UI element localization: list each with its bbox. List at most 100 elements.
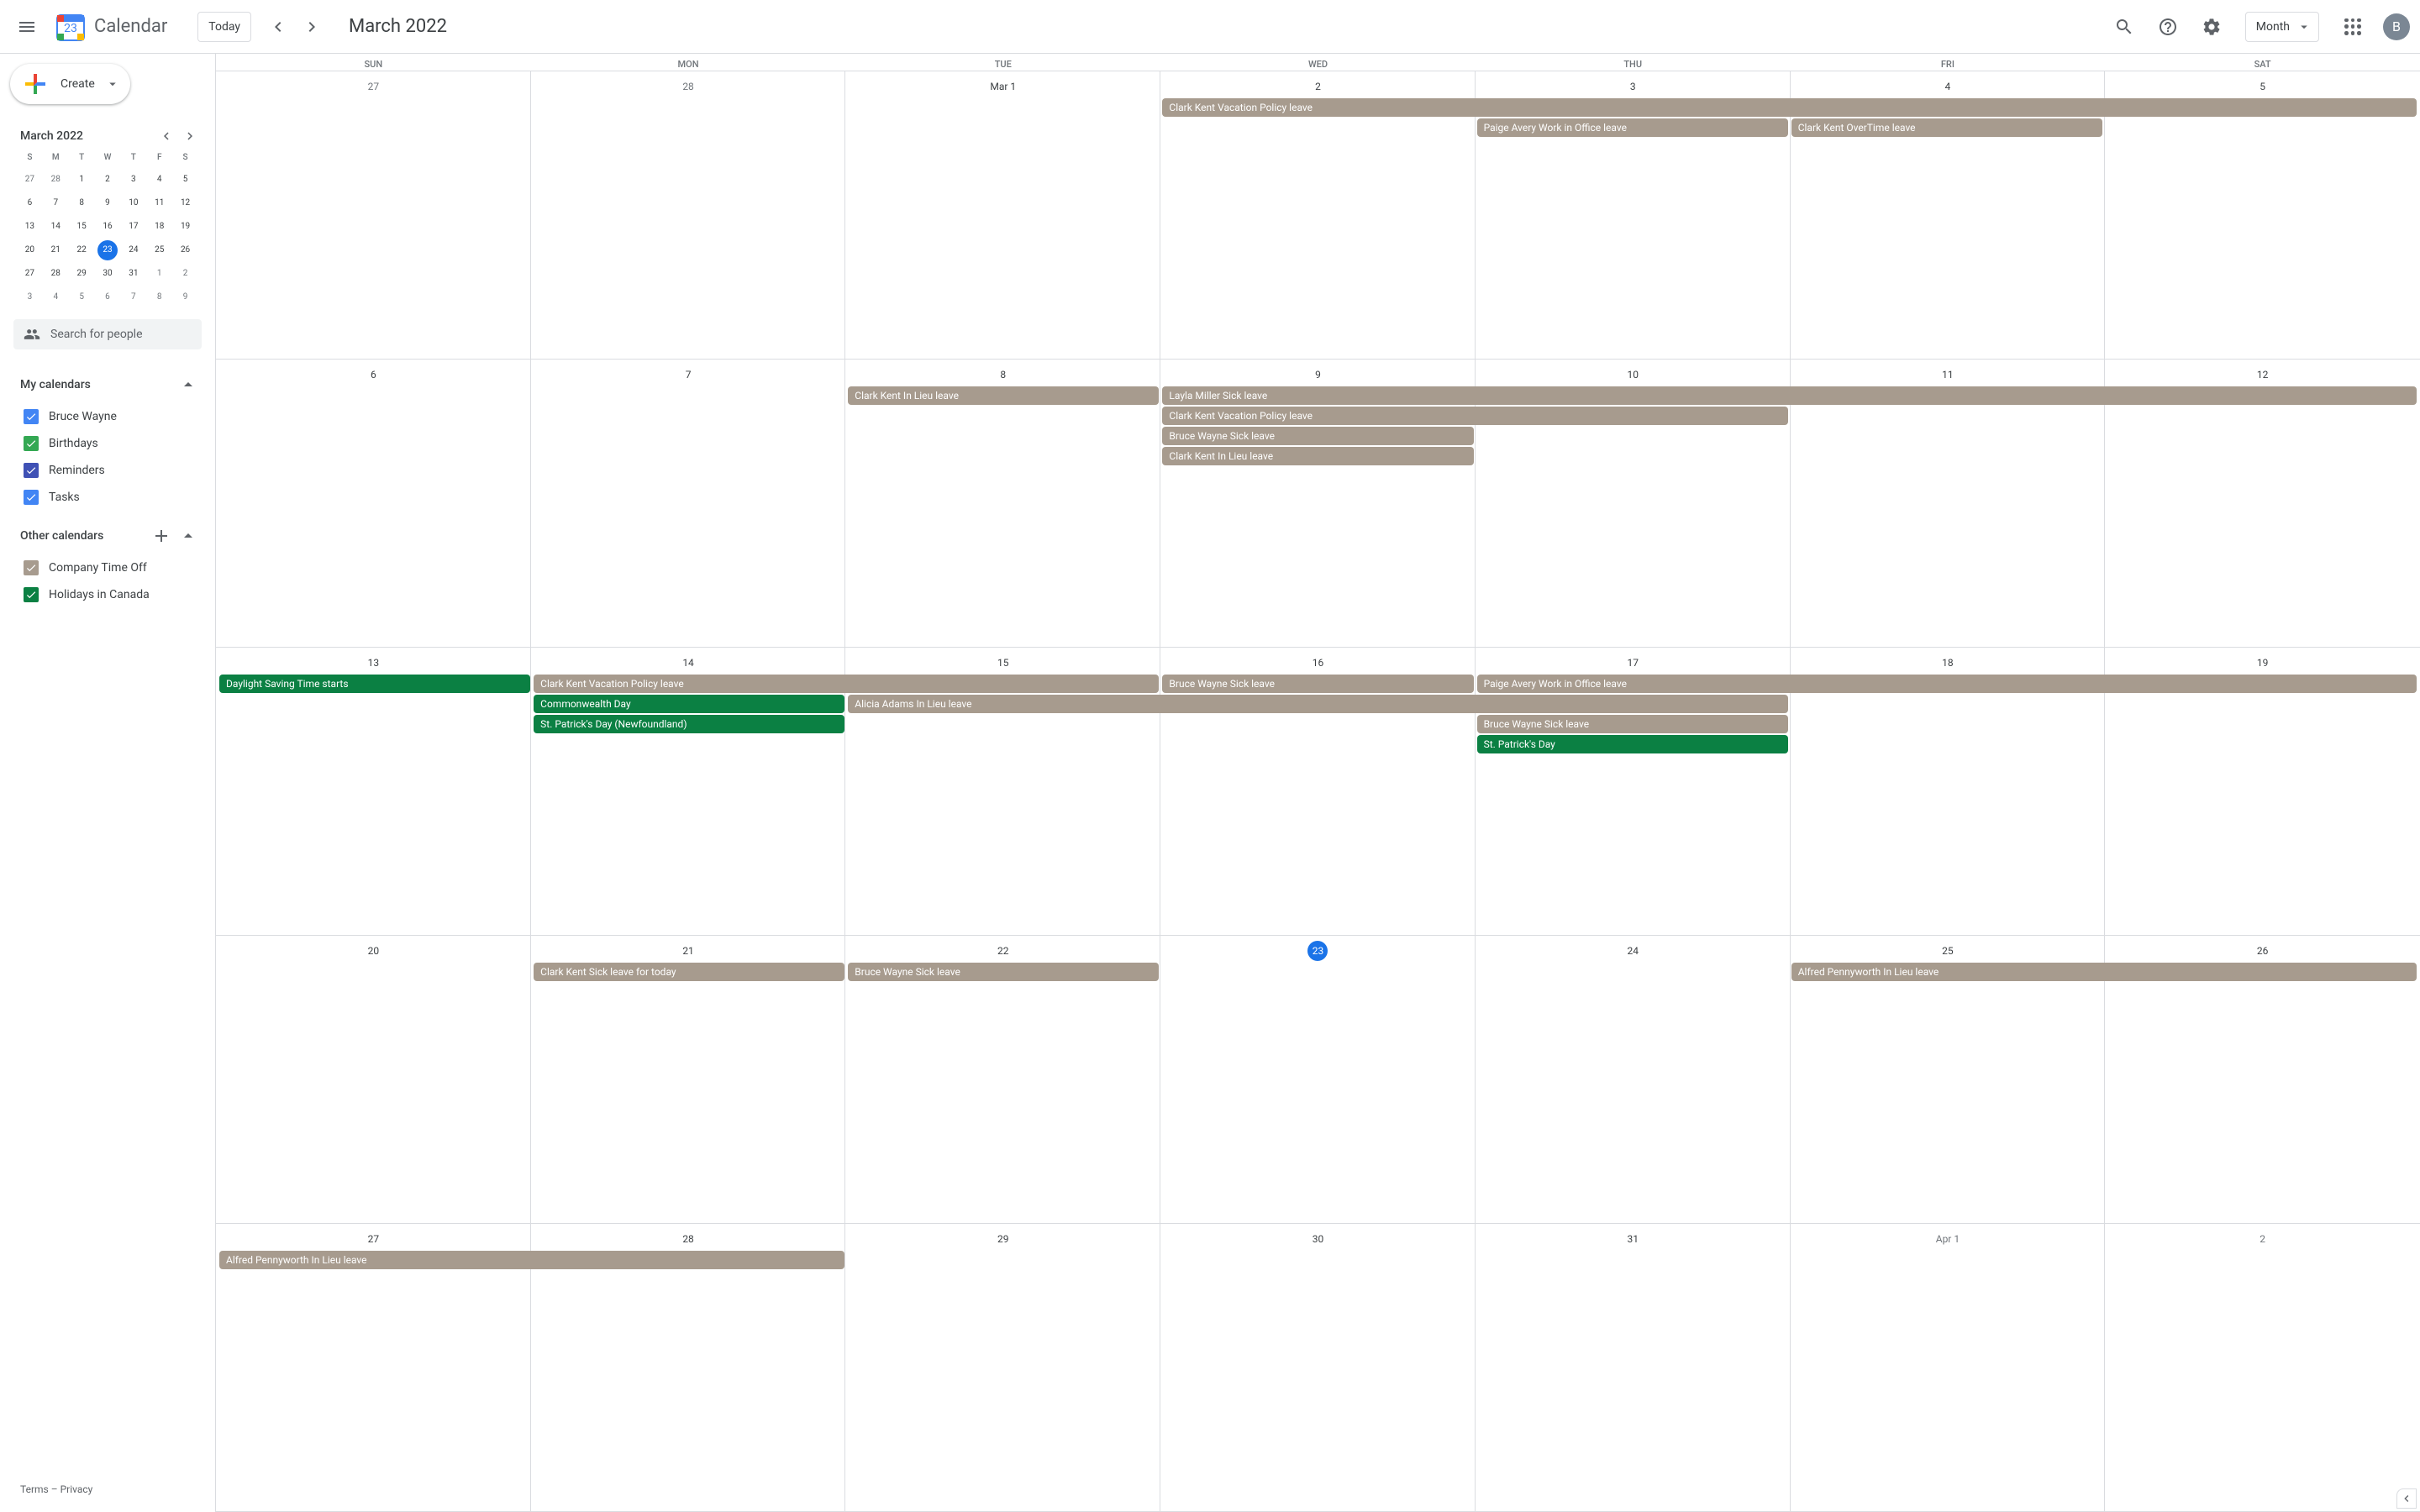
date-number[interactable]: 19 bbox=[2105, 648, 2420, 673]
mini-day-cell[interactable]: 6 bbox=[17, 192, 43, 215]
terms-link[interactable]: Terms bbox=[20, 1483, 49, 1495]
calendar-event[interactable]: Bruce Wayne Sick leave bbox=[848, 963, 1159, 981]
mini-day-cell[interactable]: 17 bbox=[120, 215, 146, 239]
mini-day-cell[interactable]: 16 bbox=[95, 215, 121, 239]
date-number[interactable]: 12 bbox=[2105, 360, 2420, 385]
calendar-event[interactable]: Clark Kent In Lieu leave bbox=[1162, 447, 1473, 465]
mini-day-cell[interactable]: 11 bbox=[146, 192, 172, 215]
calendar-event[interactable]: Alicia Adams In Lieu leave bbox=[848, 695, 1787, 713]
date-number[interactable]: 24 bbox=[1476, 936, 1791, 961]
mini-day-cell[interactable]: 26 bbox=[172, 239, 198, 262]
mini-day-cell[interactable]: 5 bbox=[172, 168, 198, 192]
prev-period-button[interactable] bbox=[261, 10, 295, 44]
mini-day-cell[interactable]: 6 bbox=[95, 286, 121, 309]
mini-day-cell[interactable]: 13 bbox=[17, 215, 43, 239]
mini-day-cell[interactable]: 27 bbox=[17, 168, 43, 192]
mini-day-cell[interactable]: 31 bbox=[120, 262, 146, 286]
calendar-event[interactable]: St. Patrick's Day (Newfoundland) bbox=[534, 715, 844, 733]
date-number[interactable]: 27 bbox=[216, 1224, 531, 1249]
add-calendar-button[interactable] bbox=[148, 522, 175, 549]
calendar-event[interactable]: Alfred Pennyworth In Lieu leave bbox=[1791, 963, 2417, 981]
date-number[interactable]: 28 bbox=[531, 1224, 846, 1249]
mini-day-cell[interactable]: 27 bbox=[17, 262, 43, 286]
date-number[interactable]: 30 bbox=[1160, 1224, 1476, 1249]
calendar-item[interactable]: Reminders bbox=[17, 457, 208, 484]
mini-day-cell[interactable]: 18 bbox=[146, 215, 172, 239]
calendar-item[interactable]: Tasks bbox=[17, 484, 208, 511]
date-number[interactable]: 14 bbox=[531, 648, 846, 673]
mini-day-cell[interactable]: 10 bbox=[120, 192, 146, 215]
checkbox-icon[interactable] bbox=[24, 409, 39, 424]
create-button[interactable]: Create bbox=[10, 64, 130, 104]
help-button[interactable] bbox=[2148, 7, 2188, 47]
calendar-event[interactable]: Bruce Wayne Sick leave bbox=[1162, 675, 1473, 693]
date-number[interactable]: 20 bbox=[216, 936, 531, 961]
checkbox-icon[interactable] bbox=[24, 436, 39, 451]
date-number[interactable]: 2 bbox=[2105, 1224, 2420, 1249]
date-number[interactable]: 13 bbox=[216, 648, 531, 673]
mini-day-cell[interactable]: 20 bbox=[17, 239, 43, 262]
mini-day-cell[interactable]: 28 bbox=[43, 262, 69, 286]
mini-day-cell[interactable]: 1 bbox=[146, 262, 172, 286]
mini-day-cell[interactable]: 23 bbox=[95, 239, 121, 262]
calendar-event[interactable]: Paige Avery Work in Office leave bbox=[1477, 675, 2417, 693]
date-number[interactable]: 22 bbox=[845, 936, 1160, 961]
date-number[interactable]: 21 bbox=[531, 936, 846, 961]
mini-next-button[interactable] bbox=[178, 124, 202, 148]
calendar-event[interactable]: Clark Kent Vacation Policy leave bbox=[534, 675, 1159, 693]
calendar-event[interactable]: Bruce Wayne Sick leave bbox=[1162, 427, 1473, 445]
calendar-item[interactable]: Birthdays bbox=[17, 430, 208, 457]
view-selector[interactable]: Month bbox=[2245, 12, 2319, 42]
calendar-item[interactable]: Holidays in Canada bbox=[17, 581, 208, 608]
mini-prev-button[interactable] bbox=[155, 124, 178, 148]
mini-day-cell[interactable]: 8 bbox=[69, 192, 95, 215]
mini-day-cell[interactable]: 4 bbox=[43, 286, 69, 309]
date-number[interactable]: 4 bbox=[1791, 71, 2106, 97]
date-number[interactable]: 15 bbox=[845, 648, 1160, 673]
mini-day-cell[interactable]: 8 bbox=[146, 286, 172, 309]
search-people-input[interactable]: Search for people bbox=[13, 319, 202, 349]
today-button[interactable]: Today bbox=[197, 12, 251, 42]
account-avatar[interactable]: B bbox=[2383, 13, 2410, 40]
calendar-event[interactable]: Bruce Wayne Sick leave bbox=[1477, 715, 1788, 733]
mini-day-cell[interactable]: 28 bbox=[43, 168, 69, 192]
date-number[interactable]: 29 bbox=[845, 1224, 1160, 1249]
date-number[interactable]: 10 bbox=[1476, 360, 1791, 385]
app-logo[interactable]: 23 Calendar bbox=[54, 10, 167, 44]
mini-day-cell[interactable]: 3 bbox=[17, 286, 43, 309]
date-number[interactable]: 26 bbox=[2105, 936, 2420, 961]
calendar-event[interactable]: Commonwealth Day bbox=[534, 695, 844, 713]
calendar-event[interactable]: St. Patrick's Day bbox=[1477, 735, 1788, 753]
calendar-event[interactable]: Clark Kent OverTime leave bbox=[1791, 118, 2102, 137]
my-calendars-header[interactable]: My calendars bbox=[7, 366, 208, 403]
calendar-event[interactable]: Clark Kent Vacation Policy leave bbox=[1162, 407, 1787, 425]
calendar-item[interactable]: Company Time Off bbox=[17, 554, 208, 581]
mini-day-cell[interactable]: 2 bbox=[95, 168, 121, 192]
calendar-event[interactable]: Clark Kent In Lieu leave bbox=[848, 386, 1159, 405]
mini-day-cell[interactable]: 14 bbox=[43, 215, 69, 239]
calendar-event[interactable]: Daylight Saving Time starts bbox=[219, 675, 530, 693]
google-apps-button[interactable] bbox=[2333, 7, 2373, 47]
next-period-button[interactable] bbox=[295, 10, 329, 44]
side-panel-toggle[interactable] bbox=[2396, 1488, 2417, 1509]
checkbox-icon[interactable] bbox=[24, 490, 39, 505]
main-menu-button[interactable] bbox=[7, 7, 47, 47]
search-button[interactable] bbox=[2104, 7, 2144, 47]
mini-day-cell[interactable]: 9 bbox=[172, 286, 198, 309]
calendar-event[interactable]: Paige Avery Work in Office leave bbox=[1477, 118, 1788, 137]
date-number[interactable]: 7 bbox=[531, 360, 846, 385]
mini-day-cell[interactable]: 2 bbox=[172, 262, 198, 286]
calendar-event[interactable]: Clark Kent Vacation Policy leave bbox=[1162, 98, 2417, 117]
checkbox-icon[interactable] bbox=[24, 587, 39, 602]
date-number[interactable]: 18 bbox=[1791, 648, 2106, 673]
calendar-event[interactable]: Clark Kent Sick leave for today bbox=[534, 963, 844, 981]
calendar-item[interactable]: Bruce Wayne bbox=[17, 403, 208, 430]
mini-day-cell[interactable]: 4 bbox=[146, 168, 172, 192]
mini-day-cell[interactable]: 22 bbox=[69, 239, 95, 262]
date-number[interactable]: 16 bbox=[1160, 648, 1476, 673]
mini-day-cell[interactable]: 25 bbox=[146, 239, 172, 262]
checkbox-icon[interactable] bbox=[24, 560, 39, 575]
mini-day-cell[interactable]: 21 bbox=[43, 239, 69, 262]
mini-day-cell[interactable]: 19 bbox=[172, 215, 198, 239]
date-number[interactable]: 9 bbox=[1160, 360, 1476, 385]
